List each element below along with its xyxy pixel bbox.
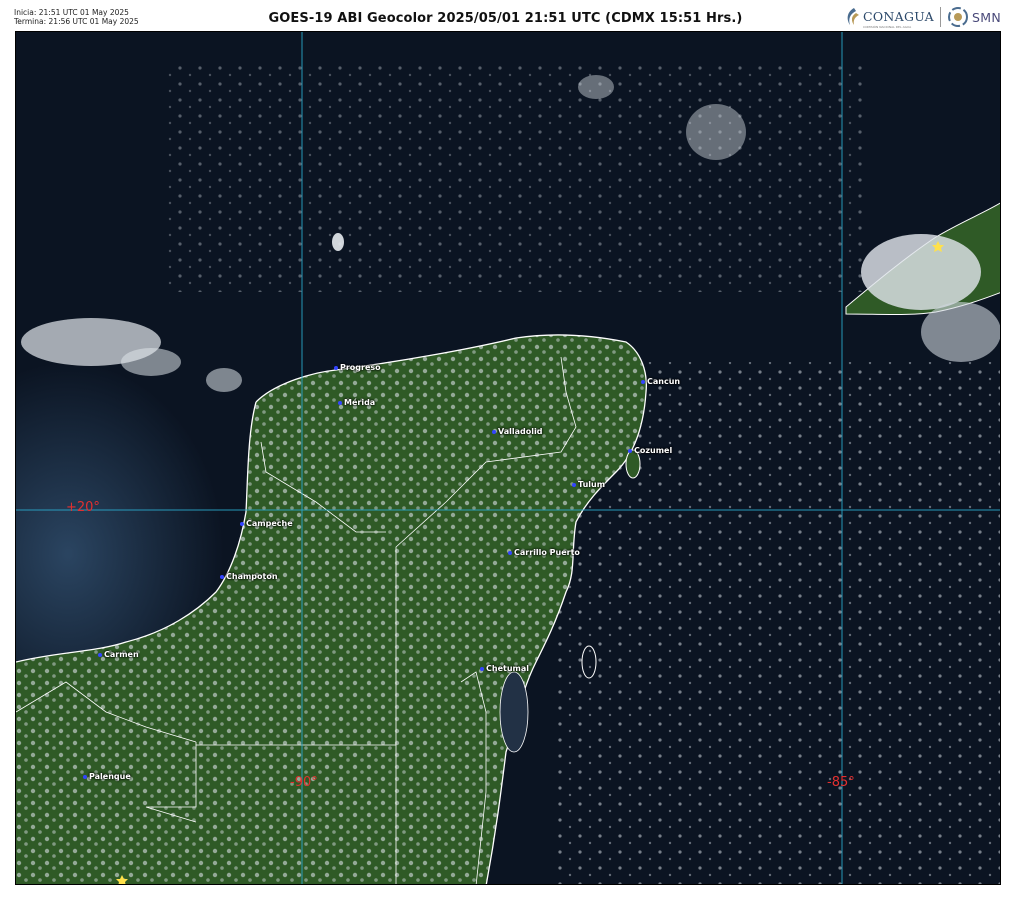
city-marker-icon — [220, 574, 224, 579]
conagua-logo-icon — [847, 8, 859, 25]
city-cancun: Cancun — [641, 377, 680, 386]
city-tulum: Tulum — [572, 480, 605, 489]
satellite-map: Progreso Mérida Valladolid Cancun Cozume… — [15, 31, 1001, 885]
latitude-label-20: +20° — [66, 500, 100, 515]
smn-logo-text: SMN — [972, 9, 1001, 25]
gulf-cloud-band-2 — [121, 348, 181, 376]
gulf-cloud-band-3 — [206, 368, 242, 392]
city-label: Carmen — [104, 650, 139, 659]
city-label: Progreso — [340, 363, 381, 372]
north-clouds-2 — [578, 75, 614, 99]
city-palenque: Palenque — [83, 772, 131, 781]
city-champoton: Champoton — [220, 572, 278, 581]
city-marker-icon — [240, 521, 244, 526]
longitude-label-90: -90° — [290, 775, 318, 790]
city-cozumel: Cozumel — [628, 446, 672, 455]
city-marker-icon — [628, 448, 632, 453]
city-marker-icon — [83, 774, 87, 779]
city-chetumal: Chetumal — [480, 664, 529, 673]
city-campeche: Campeche — [240, 519, 293, 528]
city-label: Mérida — [344, 398, 376, 407]
conagua-logo-subtext: COMISIÓN NACIONAL DEL AGUA — [862, 24, 912, 29]
smn-logo-icon — [948, 7, 969, 27]
city-carmen: Carmen — [98, 650, 139, 659]
city-label: Cancun — [647, 377, 681, 386]
satellite-imagery — [16, 32, 1000, 884]
city-carrillo-puerto: Carrillo Puerto — [508, 548, 580, 557]
city-marker-icon — [492, 429, 496, 434]
north-clouds-1 — [686, 104, 746, 160]
city-marker-icon — [641, 379, 645, 384]
city-label: Chetumal — [486, 664, 529, 673]
conagua-logo-text: CONAGUA — [862, 8, 935, 24]
cuba-clouds — [861, 234, 981, 310]
city-marker-icon — [98, 652, 102, 657]
longitude-label-85: -85° — [827, 775, 855, 790]
city-progreso: Progreso — [334, 363, 381, 372]
city-label: Champoton — [226, 572, 278, 581]
city-label: Valladolid — [498, 427, 543, 436]
city-marker-icon — [508, 550, 512, 555]
city-label: Tulum — [578, 480, 606, 489]
logos: CONAGUA COMISIÓN NACIONAL DEL AGUA SMN — [844, 4, 1001, 30]
city-label: Campeche — [246, 519, 293, 528]
city-valladolid: Valladolid — [492, 427, 542, 436]
city-label: Carrillo Puerto — [514, 548, 580, 557]
cuba-south-clouds — [921, 302, 1000, 362]
city-label: Cozumel — [634, 446, 673, 455]
smn-logo: SMN — [947, 6, 1001, 28]
logo-separator — [940, 7, 942, 27]
city-marker-icon — [338, 400, 342, 405]
conagua-logo: CONAGUA COMISIÓN NACIONAL DEL AGUA — [844, 6, 934, 29]
northern-scattered-clouds — [166, 62, 866, 292]
scorpion-reef-cloud — [332, 233, 344, 251]
chetumal-bay — [499, 671, 529, 753]
city-marker-icon — [572, 482, 576, 487]
city-marker-icon — [334, 365, 338, 370]
city-label: Palenque — [89, 772, 131, 781]
city-marker-icon — [480, 666, 484, 671]
city-merida: Mérida — [338, 398, 375, 407]
